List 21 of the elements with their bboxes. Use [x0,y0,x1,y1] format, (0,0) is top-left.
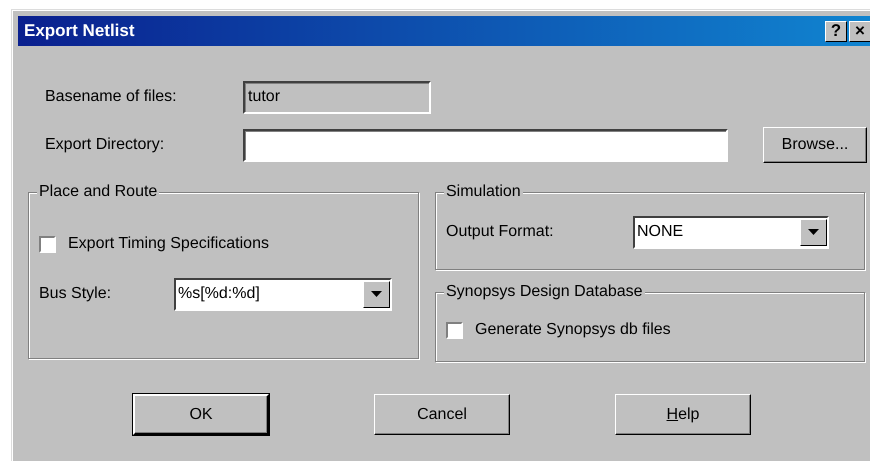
dialog-button[interactable]: OK [133,394,269,435]
field-label: Basename of files: [45,88,178,106]
checkbox[interactable] [446,322,463,338]
dropdown-arrow-icon [808,229,819,235]
checkbox[interactable] [39,236,56,252]
group-title: Synopsys Design Database [444,283,645,301]
field-label: Export Directory: [45,136,166,154]
browse-button[interactable]: Browse... [763,127,867,163]
dropdown-arrow-icon [371,291,382,297]
close-button[interactable]: × [849,20,870,42]
dialog-button[interactable]: Cancel [374,394,510,435]
dropdown[interactable]: NONE [633,216,829,248]
help-button[interactable]: ? [825,20,847,42]
field-label: Output Format: [446,223,555,241]
dropdown[interactable]: %s[%d:%d] [174,278,392,310]
field-label: Bus Style: [39,285,112,303]
text-field[interactable] [243,128,728,162]
checkbox-label: Generate Synopsys db files [475,321,671,339]
dialog-button[interactable]: Help [615,394,751,435]
window-title: Export Netlist [24,21,135,41]
checkbox-label: Export Timing Specifications [68,235,269,253]
